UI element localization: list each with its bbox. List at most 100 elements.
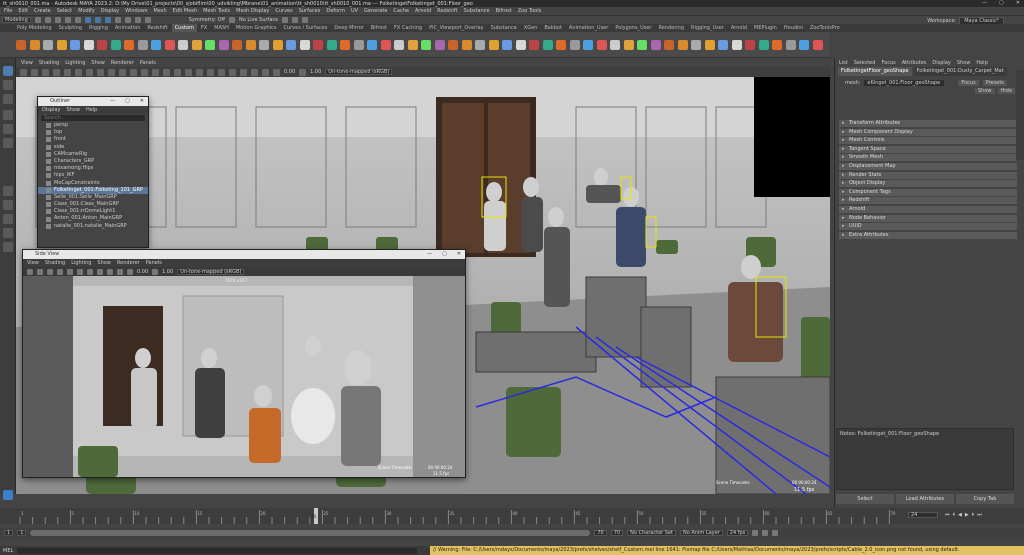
shelf-tab-zootoolspro[interactable]: ZooToolsPro bbox=[807, 24, 843, 32]
safe-title-icon[interactable] bbox=[130, 68, 137, 76]
shelf-tab-poly-modeling[interactable]: Poly Modeling bbox=[14, 24, 55, 32]
outliner-item[interactable]: Folketinget_001:Folketing_101_GRP bbox=[38, 186, 148, 194]
outliner-item[interactable]: persp bbox=[38, 122, 148, 129]
channel-box-side-tabs[interactable] bbox=[1016, 70, 1024, 160]
shelf-tool-icon[interactable] bbox=[272, 40, 283, 50]
field-chart-icon[interactable] bbox=[108, 68, 115, 76]
open-scene-icon[interactable] bbox=[44, 17, 51, 23]
shelf-tool-icon[interactable] bbox=[637, 40, 647, 50]
wireframe-on-shaded-icon[interactable] bbox=[163, 68, 170, 76]
sv-gate-icon[interactable] bbox=[47, 268, 53, 275]
menu-substance[interactable]: Substance bbox=[463, 8, 489, 14]
attr-section[interactable]: Object Display bbox=[839, 180, 1017, 188]
smooth-shade-icon[interactable] bbox=[152, 68, 159, 76]
attr-section[interactable]: Mesh Controls bbox=[839, 137, 1017, 145]
attr-section[interactable]: Render Stats bbox=[839, 171, 1017, 179]
shelf-tool-icon[interactable] bbox=[218, 40, 229, 50]
attr-menu-selected[interactable]: Selected bbox=[854, 60, 876, 66]
shelf-tab-curves-surfaces[interactable]: Curves / Surfaces bbox=[280, 24, 330, 32]
image-plane-icon[interactable] bbox=[53, 68, 60, 76]
end-time-field[interactable]: 70 bbox=[610, 529, 624, 536]
side-by-side-icon[interactable] bbox=[3, 214, 13, 224]
outliner-item[interactable]: Class_001:rrDomeLight1 bbox=[38, 208, 148, 215]
outliner-menu-display[interactable]: Display bbox=[42, 107, 60, 113]
shelf-tab-bifrost[interactable]: Bifrost bbox=[368, 24, 390, 32]
motion-blur-icon[interactable] bbox=[218, 68, 225, 76]
side-view-maximize-button[interactable]: ▢ bbox=[442, 250, 447, 259]
outliner-item[interactable]: front bbox=[38, 136, 148, 143]
attr-tab[interactable]: Folketinget_001:Dusty_Carpet_Mat bbox=[913, 67, 1007, 76]
shelf-tool-icon[interactable] bbox=[353, 40, 364, 50]
shelf-tab-sculpting[interactable]: Sculpting bbox=[56, 24, 85, 32]
fps-dropdown[interactable]: 24 fps bbox=[726, 529, 749, 536]
presets-button[interactable]: Presets bbox=[982, 79, 1007, 86]
snap-plane-icon[interactable] bbox=[144, 17, 151, 23]
shelf-tool-icon[interactable] bbox=[529, 40, 539, 50]
live-surface-label[interactable]: No Live Surface bbox=[239, 17, 278, 23]
menu-bifrost[interactable]: Bifrost bbox=[496, 8, 512, 14]
shelf-tool-icon[interactable] bbox=[164, 40, 175, 50]
symmetry-label[interactable]: Symmetry: Off bbox=[189, 17, 225, 23]
side-view-titlebar[interactable]: Side View — ▢ ✕ bbox=[23, 250, 465, 259]
outliner-item[interactable]: natalie_001:natalie_MainGRP bbox=[38, 223, 148, 230]
shelf-tool-icon[interactable] bbox=[583, 40, 593, 50]
shelf-tool-icon[interactable] bbox=[758, 40, 769, 50]
menu-mesh[interactable]: Mesh bbox=[153, 8, 166, 14]
gate-mask-icon[interactable] bbox=[97, 68, 104, 76]
mesh-name-field[interactable]: eKinget_001:Floor_geoShape bbox=[864, 79, 945, 86]
outliner-menu-help[interactable]: Help bbox=[86, 107, 97, 113]
wireframe-icon[interactable] bbox=[141, 68, 148, 76]
anim-prefs-icon[interactable] bbox=[772, 529, 779, 536]
menu-redshift[interactable]: Redshift bbox=[437, 8, 457, 14]
shelf-tab-meplugin[interactable]: MEPlugin bbox=[751, 24, 780, 32]
shelf-tool-icon[interactable] bbox=[461, 40, 472, 50]
attr-menu-display[interactable]: Display bbox=[932, 60, 950, 66]
viewport-menu-panels[interactable]: Panels bbox=[140, 60, 156, 66]
shelf-tab-bakbot[interactable]: Bakbot bbox=[541, 24, 565, 32]
shelf-tab-xgen[interactable]: XGen bbox=[521, 24, 541, 32]
outliner-menu-show[interactable]: Show bbox=[66, 107, 80, 113]
show-button[interactable]: Show bbox=[975, 88, 995, 94]
menu-create[interactable]: Create bbox=[34, 8, 51, 14]
attr-menu-show[interactable]: Show bbox=[957, 60, 971, 66]
menu-edit[interactable]: Edit bbox=[18, 8, 28, 14]
shelf-tab-arnold[interactable]: Arnold bbox=[728, 24, 750, 32]
menu-zoo-tools[interactable]: Zoo Tools bbox=[518, 8, 541, 14]
shelf-tool-icon[interactable] bbox=[488, 40, 499, 50]
side-view-menu-renderer[interactable]: Renderer bbox=[117, 260, 140, 266]
shelf-tool-icon[interactable] bbox=[83, 40, 94, 50]
sv-isolate-icon[interactable] bbox=[117, 268, 123, 275]
side-view-menu-view[interactable]: View bbox=[27, 260, 39, 266]
outliner-item[interactable]: mixamorig:Hips bbox=[38, 165, 148, 172]
sv-gamma-value[interactable]: 1.00 bbox=[162, 269, 173, 275]
shelf-tool-icon[interactable] bbox=[475, 40, 485, 50]
shelf-tab-animation-user[interactable]: Animation_User bbox=[566, 24, 611, 32]
attr-tab[interactable]: FolketingetFloor_geoShape bbox=[838, 67, 912, 76]
select-component-icon[interactable] bbox=[104, 17, 111, 23]
start-time-field[interactable]: 1 bbox=[4, 529, 14, 536]
shelf-tab-redshift[interactable]: Redshift bbox=[144, 24, 170, 32]
loop-icon[interactable] bbox=[752, 529, 759, 536]
sv-camera-icon[interactable] bbox=[27, 268, 33, 275]
menu-display[interactable]: Display bbox=[101, 8, 119, 14]
outliner-search-input[interactable]: Search... bbox=[41, 115, 145, 121]
lights-icon[interactable] bbox=[185, 68, 192, 76]
shelf-tool-icon[interactable] bbox=[785, 40, 796, 50]
shelf-tool-icon[interactable] bbox=[515, 40, 526, 50]
shelf-tool-icon[interactable] bbox=[286, 40, 296, 50]
menu-modify[interactable]: Modify bbox=[78, 8, 95, 14]
shelf-tab-substance[interactable]: Substance bbox=[488, 24, 520, 32]
shelf-tool-icon[interactable] bbox=[745, 40, 755, 50]
auto-key-icon[interactable] bbox=[762, 529, 769, 536]
sv-colorspace-dropdown[interactable]: Un-tone-mapped (sRGB) bbox=[177, 268, 245, 275]
xray-icon[interactable] bbox=[251, 68, 258, 76]
outliner-item[interactable]: Class_001:Class_MainGRP bbox=[38, 201, 148, 208]
safe-action-icon[interactable] bbox=[119, 68, 126, 76]
shelf-tab-rigging[interactable]: Rigging bbox=[86, 24, 111, 32]
new-scene-icon[interactable] bbox=[34, 17, 41, 23]
play-back-icon[interactable]: ◀ bbox=[958, 512, 962, 518]
sv-grid-icon[interactable] bbox=[37, 268, 43, 275]
attr-section[interactable]: Transform Attributes bbox=[839, 120, 1017, 127]
shelf-tool-icon[interactable] bbox=[650, 40, 661, 50]
isolate-select-icon[interactable] bbox=[240, 68, 247, 76]
